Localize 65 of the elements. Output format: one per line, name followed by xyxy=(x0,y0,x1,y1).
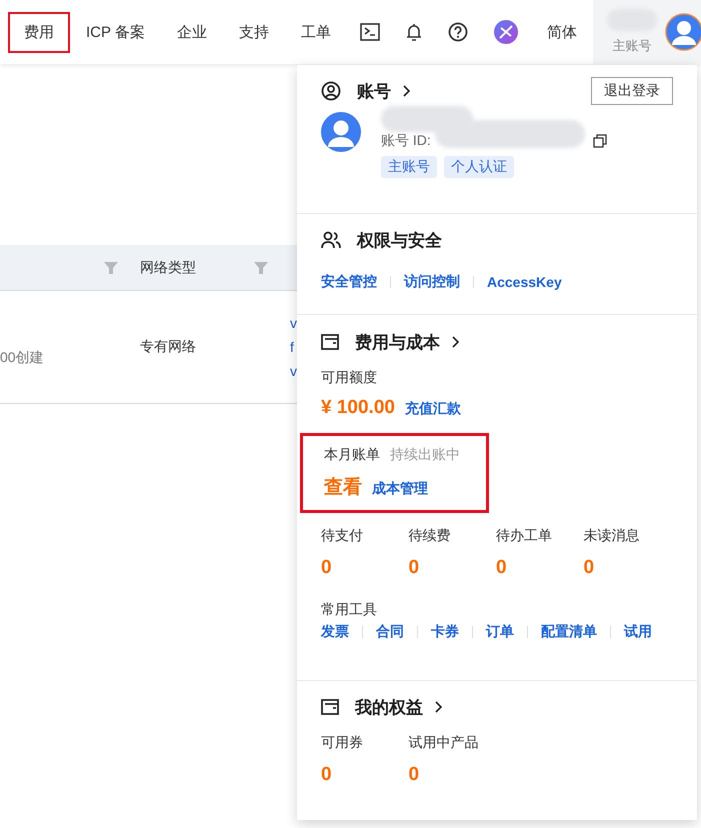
nav-link[interactable]: 简体 xyxy=(530,12,593,52)
stat-value[interactable]: 0 xyxy=(408,764,496,786)
view-link[interactable]: 查看 xyxy=(324,474,362,500)
cost-management-link[interactable]: 成本管理 xyxy=(372,480,428,498)
users-icon xyxy=(321,230,341,250)
tool-link[interactable]: 卡券 xyxy=(431,623,459,641)
wallet-icon xyxy=(321,699,339,715)
stat-value[interactable]: 0 xyxy=(584,557,671,579)
nav-link[interactable]: 企业 xyxy=(160,12,223,52)
security-link[interactable]: 安全管控 xyxy=(321,273,377,291)
tag: 主账号 xyxy=(381,156,437,178)
table-link[interactable]: f xyxy=(290,336,294,358)
table-cell: 00创建 xyxy=(0,349,44,367)
section-title[interactable]: 我的权益 xyxy=(355,696,423,718)
section-title: 权限与安全 xyxy=(357,230,442,252)
user-circle-icon xyxy=(321,81,341,101)
stat-label: 待支付 xyxy=(321,527,364,545)
stat-value[interactable]: 0 xyxy=(321,764,408,786)
column-header: 网络类型 xyxy=(140,258,196,276)
table-link[interactable]: v xyxy=(290,312,297,334)
nav-link[interactable]: 费用 xyxy=(8,12,70,52)
wallet-icon xyxy=(321,334,339,350)
chevron-icon[interactable] xyxy=(435,701,443,713)
bell-icon[interactable] xyxy=(406,22,422,42)
bill-label: 本月账单 xyxy=(324,446,380,464)
tool-link[interactable]: 配置清单 xyxy=(541,623,597,641)
chevron-icon[interactable] xyxy=(452,336,460,348)
stat-label: 试用中产品 xyxy=(408,734,480,752)
logout-button[interactable]: 退出登录 xyxy=(591,77,673,105)
avatar-icon[interactable] xyxy=(664,13,701,51)
nav-link[interactable]: ICP 备案 xyxy=(70,12,161,52)
nav-link[interactable]: 工单 xyxy=(284,12,347,52)
account-id-label: 账号 ID: xyxy=(381,132,431,150)
balance-label: 可用额度 xyxy=(321,369,378,387)
table-link[interactable]: v xyxy=(290,360,297,382)
account-area[interactable]: 主账号 xyxy=(592,0,701,64)
security-link[interactable]: AccessKey xyxy=(487,274,562,290)
tool-link[interactable]: 发票 xyxy=(321,623,349,641)
security-link[interactable]: 访问控制 xyxy=(404,273,460,291)
bill-status: 持续出账中 xyxy=(390,446,460,464)
app-icon[interactable] xyxy=(494,20,518,44)
avatar-icon xyxy=(321,112,361,152)
tool-link[interactable]: 合同 xyxy=(376,623,404,641)
account-role: 主账号 xyxy=(612,37,652,55)
copy-icon[interactable] xyxy=(592,134,607,148)
balance-amount: ¥ 100.00 xyxy=(321,397,395,419)
terminal-icon[interactable] xyxy=(360,23,380,41)
tools-label: 常用工具 xyxy=(321,601,378,619)
help-icon[interactable] xyxy=(448,22,468,42)
recharge-link[interactable]: 充值汇款 xyxy=(404,400,461,418)
stat-label: 待续费 xyxy=(408,527,452,545)
chevron-icon[interactable] xyxy=(403,85,411,97)
tool-link[interactable]: 试用 xyxy=(624,623,652,641)
tool-link[interactable]: 订单 xyxy=(486,623,514,641)
stat-value[interactable]: 0 xyxy=(496,557,584,579)
nav-link[interactable]: 支持 xyxy=(222,12,285,52)
stat-value[interactable]: 0 xyxy=(408,557,496,579)
stat-value[interactable]: 0 xyxy=(321,557,408,579)
section-title[interactable]: 账号 xyxy=(357,80,391,102)
stat-label: 待办工单 xyxy=(496,527,553,545)
stat-label: 可用券 xyxy=(321,734,364,752)
section-title[interactable]: 费用与成本 xyxy=(355,330,440,354)
stat-label: 未读消息 xyxy=(584,527,640,545)
table-cell: 专有网络 xyxy=(140,338,196,356)
tag: 个人认证 xyxy=(444,156,514,178)
